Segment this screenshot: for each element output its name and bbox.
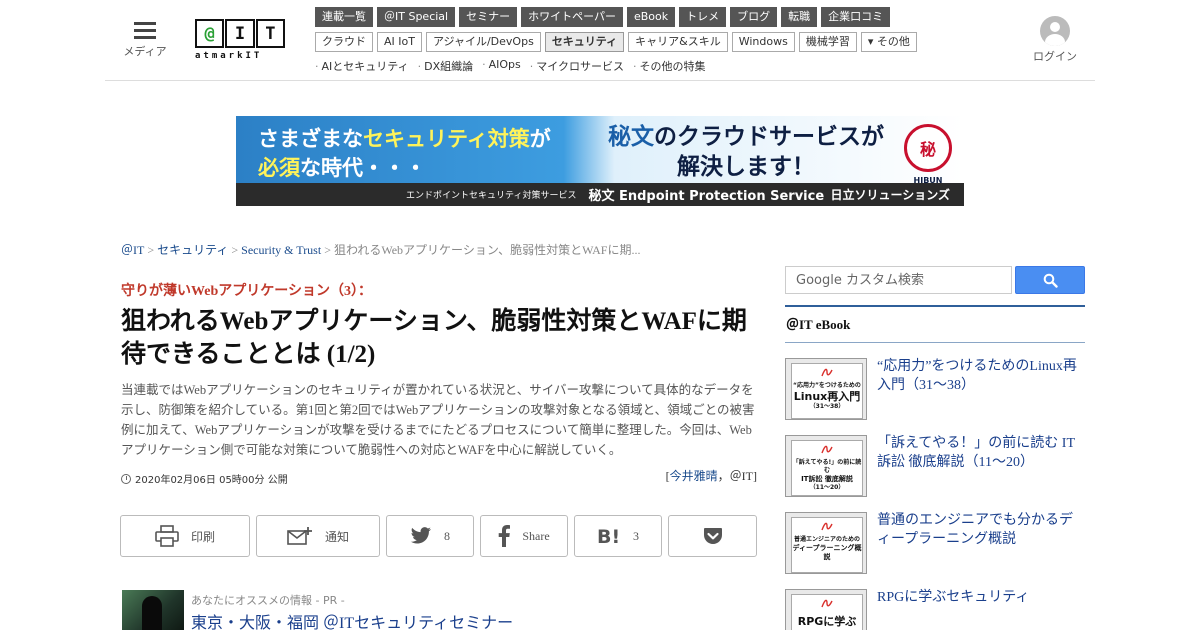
article-lead: 当連載ではWebアプリケーションのセキュリティが置かれている状況と、サイバー攻撃… bbox=[121, 383, 755, 457]
publish-date: 2020年02月06日 05時00分 公開 bbox=[121, 471, 288, 486]
breadcrumb-current: 狙われるWebアプリケーション、脆弱性対策とWAFに期... bbox=[333, 243, 641, 257]
breadcrumb: ＠IT > セキュリティ > Security & Trust > 狙われるWebアプリケー… bbox=[121, 243, 641, 257]
topic-other-features[interactable]: その他の特集 bbox=[633, 58, 706, 74]
printer-icon bbox=[155, 525, 179, 547]
mail-plus-icon bbox=[287, 526, 313, 546]
banner-right-copy: 秘文のクラウドサービスが 解決します！ bbox=[608, 124, 884, 180]
ebook-title[interactable]: “応用力”をつけるためのLinux再入門（31～38） bbox=[877, 357, 1085, 395]
pr-title-link[interactable]: 東京・大阪・福岡 ＠ITセキュリティセミナー bbox=[191, 609, 513, 630]
facebook-share-button[interactable]: Share bbox=[480, 515, 568, 557]
ebook-cover: “応用力”をつけるための Linux再入門 （31～38） bbox=[785, 358, 867, 420]
twitter-bird-icon bbox=[410, 527, 432, 545]
hatena-b-icon: B! bbox=[597, 526, 621, 546]
topic-ai-security[interactable]: AIとセキュリティ bbox=[315, 58, 409, 74]
search-button[interactable] bbox=[1015, 266, 1085, 294]
nav-company-reviews[interactable]: 企業口コミ bbox=[821, 7, 891, 27]
notify-button[interactable]: 通知 bbox=[256, 515, 380, 557]
twitter-share-button[interactable]: 8 bbox=[386, 515, 474, 557]
category-more-dropdown[interactable]: ▾ その他 bbox=[860, 32, 917, 52]
clock-icon bbox=[121, 473, 131, 484]
series-kicker[interactable]: 守りが薄いWebアプリケーション（3）： bbox=[121, 280, 372, 300]
pr-thumbnail[interactable] bbox=[122, 590, 184, 630]
atmarkit-logo[interactable]: @ I T atmarkIT bbox=[195, 19, 286, 65]
logo-letter-i: I bbox=[225, 19, 255, 48]
svg-text:B!: B! bbox=[597, 526, 620, 546]
google-custom-search bbox=[785, 266, 1085, 294]
ebook-title[interactable]: 普通のエンジニアでも分かるディープラーニング概説 bbox=[877, 511, 1085, 549]
banner-product-strip: エンドポイントセキュリティ対策サービス 秘文 Endpoint Protecti… bbox=[236, 183, 964, 206]
ebook-cover: 「訴えてやる!」の前に読む IT訴訟 徹底解説 （11～20） bbox=[785, 435, 867, 497]
ebook-cover: RPGに学ぶ bbox=[785, 589, 867, 630]
category-machine-learning[interactable]: 機械学習 bbox=[798, 32, 857, 52]
breadcrumb-security[interactable]: セキュリティ bbox=[157, 243, 228, 257]
login-button[interactable]: ログイン bbox=[1027, 16, 1083, 64]
search-icon bbox=[1043, 273, 1058, 288]
ebook-item[interactable]: 「訴えてやる!」の前に読む IT訴訟 徹底解説 （11～20） 「訴えてやる！」の前… bbox=[785, 435, 1085, 497]
nav-treme[interactable]: トレメ bbox=[679, 7, 727, 27]
hibun-seal-icon: 秘 bbox=[904, 124, 952, 172]
ebook-item[interactable]: “応用力”をつけるための Linux再入門 （31～38） “応用力”をつけるための… bbox=[785, 358, 1085, 420]
topic-microservices[interactable]: マイクロサービス bbox=[530, 58, 624, 74]
pocket-button[interactable] bbox=[668, 515, 757, 557]
article-title: 狙われるWebアプリケーション、脆弱性対策とWAFに期待できることとは (1/2… bbox=[121, 308, 747, 368]
topic-aiops[interactable]: AIOps bbox=[482, 58, 521, 74]
pr-recommendation: あなたにオススメの情報 - PR - 東京・大阪・福岡 ＠ITセキュリティセミナ… bbox=[122, 590, 762, 630]
ebook-title[interactable]: RPGに学ぶセキュリティ bbox=[877, 588, 1085, 607]
media-menu-button[interactable]: メディア bbox=[117, 20, 173, 59]
nav-blog[interactable]: ブログ bbox=[730, 7, 778, 27]
category-ai-iot[interactable]: AI IoT bbox=[377, 32, 422, 52]
site-header: メディア @ I T atmarkIT 連載一覧 ＠IT Special セミナ… bbox=[105, 0, 1095, 81]
pdf-icon bbox=[821, 445, 833, 454]
user-avatar-icon bbox=[1040, 16, 1070, 46]
ebook-heading: ＠IT eBook bbox=[785, 305, 1085, 343]
pocket-icon bbox=[703, 527, 723, 545]
ebook-item[interactable]: 普通エンジニアのための ディープラーニング概説 普通のエンジニアでも分かるディープ… bbox=[785, 512, 1085, 574]
ebook-item[interactable]: RPGに学ぶ RPGに学ぶセキュリティ bbox=[785, 589, 1085, 630]
category-cloud[interactable]: クラウド bbox=[315, 32, 373, 52]
primary-nav: 連載一覧 ＠IT Special セミナー ホワイトペーパー eBook トレメ… bbox=[315, 7, 894, 27]
ad-banner[interactable]: さまざまなセキュリティ対策が 必須な時代・・・ 秘文のクラウドサービスが 解決し… bbox=[236, 116, 964, 206]
author-link[interactable]: 今井雅晴 bbox=[670, 469, 718, 483]
category-nav: クラウド AI IoT アジャイル/DevOps セキュリティ キャリア&スキル… bbox=[315, 32, 921, 52]
nav-career-change[interactable]: 転職 bbox=[781, 7, 818, 27]
ebook-title[interactable]: 「訴えてやる！」の前に読む IT訴訟 徹底解説（11～20） bbox=[877, 434, 1085, 472]
pdf-icon bbox=[821, 599, 833, 608]
share-bar: 印刷 通知 8 Share B! 3 bbox=[120, 515, 763, 557]
banner-left-copy: さまざまなセキュリティ対策が 必須な時代・・・ bbox=[258, 127, 551, 180]
topic-links: AIとセキュリティ DX組織論 AIOps マイクロサービス その他の特集 bbox=[315, 58, 715, 74]
pr-label: あなたにオススメの情報 - PR - bbox=[191, 594, 345, 607]
pdf-icon bbox=[821, 522, 833, 531]
hatena-bookmark-button[interactable]: B! 3 bbox=[574, 515, 662, 557]
category-security[interactable]: セキュリティ bbox=[544, 32, 625, 52]
facebook-icon bbox=[498, 525, 511, 547]
topic-dx-org[interactable]: DX組織論 bbox=[418, 58, 473, 74]
category-career-skill[interactable]: キャリア&スキル bbox=[628, 32, 728, 52]
breadcrumb-home[interactable]: ＠IT bbox=[121, 243, 144, 257]
nav-it-special[interactable]: ＠IT Special bbox=[377, 7, 456, 27]
logo-subtext: atmarkIT bbox=[195, 51, 263, 61]
category-windows[interactable]: Windows bbox=[731, 32, 795, 52]
media-menu-label: メディア bbox=[123, 45, 167, 58]
search-input[interactable] bbox=[785, 266, 1013, 294]
nav-seminar[interactable]: セミナー bbox=[459, 7, 518, 27]
nav-ebook[interactable]: eBook bbox=[626, 7, 676, 27]
category-agile-devops[interactable]: アジャイル/DevOps bbox=[425, 32, 541, 52]
logo-letter-t: T bbox=[255, 19, 285, 48]
ebook-cover: 普通エンジニアのための ディープラーニング概説 bbox=[785, 512, 867, 574]
nav-whitepaper[interactable]: ホワイトペーパー bbox=[521, 7, 623, 27]
breadcrumb-security-trust[interactable]: Security & Trust bbox=[241, 243, 321, 257]
print-button[interactable]: 印刷 bbox=[120, 515, 250, 557]
login-label: ログイン bbox=[1033, 50, 1077, 63]
author-credit: [今井雅晴，＠IT] bbox=[665, 469, 757, 483]
logo-letter-at: @ bbox=[195, 19, 225, 48]
hamburger-icon bbox=[134, 20, 156, 40]
nav-series-list[interactable]: 連載一覧 bbox=[315, 7, 373, 27]
pdf-icon bbox=[821, 368, 833, 377]
